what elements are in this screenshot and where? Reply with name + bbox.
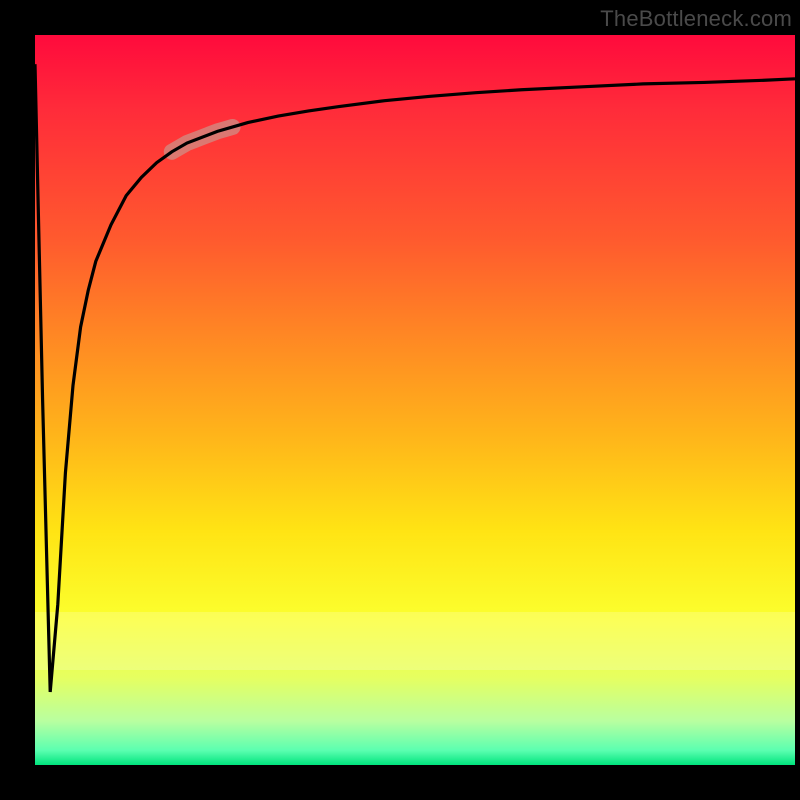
chart-frame: TheBottleneck.com	[0, 0, 800, 800]
curve-path	[35, 64, 795, 692]
chart-plot-area	[35, 35, 795, 765]
chart-svg	[35, 35, 795, 765]
attribution-text: TheBottleneck.com	[600, 6, 792, 32]
